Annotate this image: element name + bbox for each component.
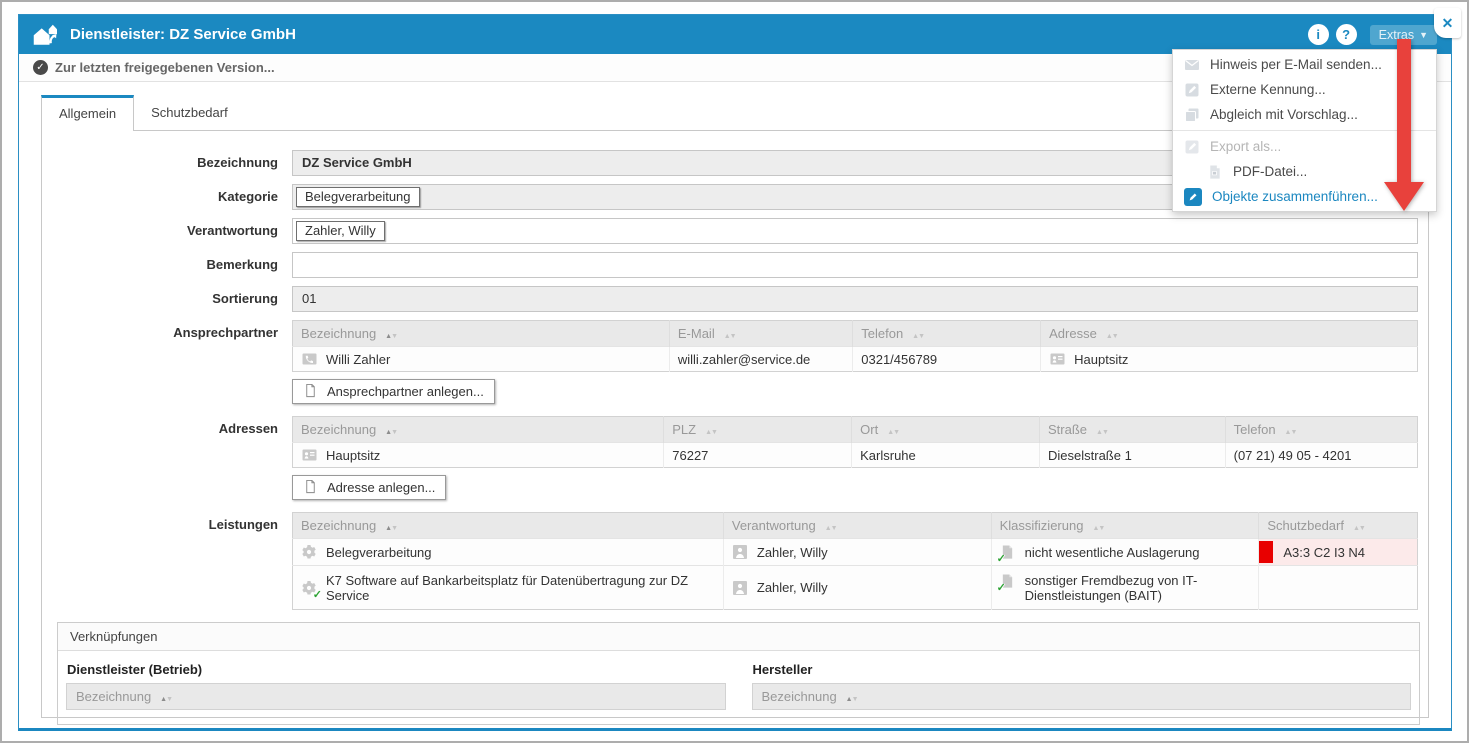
verknuepfungen-section: Verknüpfungen Dienstleister (Betrieb) Be… (57, 622, 1420, 725)
sort-icon[interactable]: ▲▼ (385, 518, 397, 533)
hersteller-label: Hersteller (753, 662, 1412, 677)
column-header[interactable]: Verantwortung▲▼ (723, 513, 991, 539)
info-icon[interactable]: i (1308, 24, 1329, 45)
menu-item-externe-kennung[interactable]: Externe Kennung... (1173, 77, 1436, 102)
schutzbedarf-red-indicator (1259, 541, 1273, 563)
sort-icon[interactable]: ▲▼ (1106, 326, 1118, 341)
verantwortung-field[interactable]: Zahler, Willy (292, 218, 1418, 244)
sort-icon[interactable]: ▲▼ (825, 518, 837, 533)
check-circle-icon: ✓ (33, 60, 48, 75)
ansprechpartner-anlegen-button[interactable]: Ansprechpartner anlegen... (292, 379, 495, 404)
column-header[interactable]: Telefon▲▼ (1225, 417, 1417, 443)
kategorie-label: Kategorie (42, 184, 292, 204)
dienstleister-betrieb-label: Dienstleister (Betrieb) (67, 662, 726, 677)
help-icon[interactable]: ? (1336, 24, 1357, 45)
page-title: Dienstleister: DZ Service GmbH (70, 26, 296, 43)
column-header[interactable]: Telefon▲▼ (853, 321, 1041, 347)
sort-icon[interactable]: ▲▼ (1096, 422, 1108, 437)
sort-icon[interactable]: ▲▼ (1353, 518, 1365, 533)
address-card-icon (1049, 351, 1066, 367)
column-header[interactable]: Straße▲▼ (1040, 417, 1226, 443)
column-header[interactable]: Bezeichnung▲▼ (293, 321, 670, 347)
person-icon (732, 580, 749, 596)
ansprechpartner-label: Ansprechpartner (42, 320, 292, 340)
merge-objects-icon (1184, 188, 1202, 206)
column-header[interactable]: Bezeichnung▲▼ (752, 683, 1412, 710)
schutzbedarf-badge: A3:3 C2 I3 N4 (1259, 539, 1417, 565)
bemerkung-label: Bemerkung (42, 252, 292, 272)
envelope-icon (1184, 57, 1200, 73)
sort-icon[interactable]: ▲▼ (385, 422, 397, 437)
new-document-icon (303, 383, 320, 399)
verantwortung-chip[interactable]: Zahler, Willy (296, 221, 385, 241)
column-header[interactable]: Bezeichnung▲▼ (66, 683, 726, 710)
tab-schutzbedarf[interactable]: Schutzbedarf (134, 95, 245, 130)
caret-down-icon: ▼ (1419, 30, 1428, 40)
column-header[interactable]: Klassifizierung▲▼ (991, 513, 1259, 539)
sort-icon[interactable]: ▲▼ (1092, 518, 1104, 533)
table-row[interactable]: ✓ K7 Software auf Bankarbeitsplatz für D… (293, 566, 1418, 610)
menu-item-abgleich-vorschlag[interactable]: Abgleich mit Vorschlag... (1173, 102, 1436, 127)
pdf-file-icon (1207, 164, 1223, 180)
table-row[interactable]: Belegverarbeitung Zahler, Willy ✓ nicht … (293, 539, 1418, 566)
sort-icon[interactable]: ▲▼ (912, 326, 924, 341)
new-document-icon (303, 479, 320, 495)
classification-doc-check-icon: ✓ (1000, 573, 1017, 589)
table-row[interactable]: Hauptsitz 76227 Karlsruhe Dieselstraße 1… (293, 443, 1418, 468)
column-header[interactable]: Adresse▲▼ (1041, 321, 1418, 347)
bemerkung-input[interactable] (292, 252, 1418, 278)
classification-doc-check-icon: ✓ (1000, 544, 1017, 560)
sortierung-label: Sortierung (42, 286, 292, 306)
column-header[interactable]: Schutzbedarf▲▼ (1259, 513, 1418, 539)
sort-icon[interactable]: ▲▼ (385, 326, 397, 341)
menu-item-export-als[interactable]: Export als... (1173, 134, 1436, 159)
close-icon[interactable]: ✕ (1434, 8, 1461, 38)
column-header[interactable]: Ort▲▼ (852, 417, 1040, 443)
column-header[interactable]: Bezeichnung▲▼ (293, 513, 724, 539)
bezeichnung-label: Bezeichnung (42, 150, 292, 170)
table-row[interactable]: Willi Zahler willi.zahler@service.de 032… (293, 347, 1418, 372)
adressen-table: Bezeichnung▲▼ PLZ▲▼ Ort▲▼ Straße▲▼ Telef… (292, 416, 1418, 468)
last-version-link[interactable]: Zur letzten freigegebenen Version... (55, 60, 275, 75)
tab-content-panel: Bezeichnung DZ Service GmbH Kategorie Be… (41, 130, 1429, 718)
column-header[interactable]: Bezeichnung▲▼ (293, 417, 664, 443)
sort-icon[interactable]: ▲▼ (887, 422, 899, 437)
sort-icon[interactable]: ▲▼ (160, 689, 172, 704)
dienstleister-house-icon (33, 23, 60, 47)
sortierung-field: 01 (292, 286, 1418, 312)
gear-icon (301, 544, 318, 560)
sort-icon[interactable]: ▲▼ (1285, 422, 1297, 437)
gear-check-icon: ✓ (301, 580, 318, 596)
adressen-label: Adressen (42, 416, 292, 436)
extras-label: Extras (1379, 28, 1414, 42)
verantwortung-label: Verantwortung (42, 218, 292, 238)
menu-item-pdf-datei[interactable]: PDF-Datei... (1173, 159, 1436, 184)
ansprechpartner-table: Bezeichnung▲▼ E-Mail▲▼ Telefon▲▼ Adresse… (292, 320, 1418, 372)
extras-dropdown-menu: Hinweis per E-Mail senden... Externe Ken… (1172, 49, 1437, 212)
kategorie-chip[interactable]: Belegverarbeitung (296, 187, 420, 207)
contact-card-icon (301, 351, 318, 367)
column-header[interactable]: E-Mail▲▼ (669, 321, 852, 347)
leistungen-label: Leistungen (42, 512, 292, 532)
extras-button[interactable]: Extras ▼ (1370, 25, 1437, 45)
menu-item-objekte-zusammenfuehren[interactable]: Objekte zusammenführen... (1173, 184, 1436, 209)
copy-icon (1184, 107, 1200, 123)
edit-icon (1184, 82, 1200, 98)
sort-icon[interactable]: ▲▼ (724, 326, 736, 341)
verknuepfungen-title: Verknüpfungen (58, 623, 1419, 651)
menu-item-hinweis-email[interactable]: Hinweis per E-Mail senden... (1173, 52, 1436, 77)
address-card-icon (301, 447, 318, 463)
leistungen-table: Bezeichnung▲▼ Verantwortung▲▼ Klassifizi… (292, 512, 1418, 610)
column-header[interactable]: PLZ▲▼ (664, 417, 852, 443)
menu-separator (1173, 130, 1436, 131)
sort-icon[interactable]: ▲▼ (705, 422, 717, 437)
adresse-anlegen-button[interactable]: Adresse anlegen... (292, 475, 446, 500)
export-icon (1184, 139, 1200, 155)
tab-allgemein[interactable]: Allgemein (41, 95, 134, 131)
person-icon (732, 544, 749, 560)
sort-icon[interactable]: ▲▼ (846, 689, 858, 704)
